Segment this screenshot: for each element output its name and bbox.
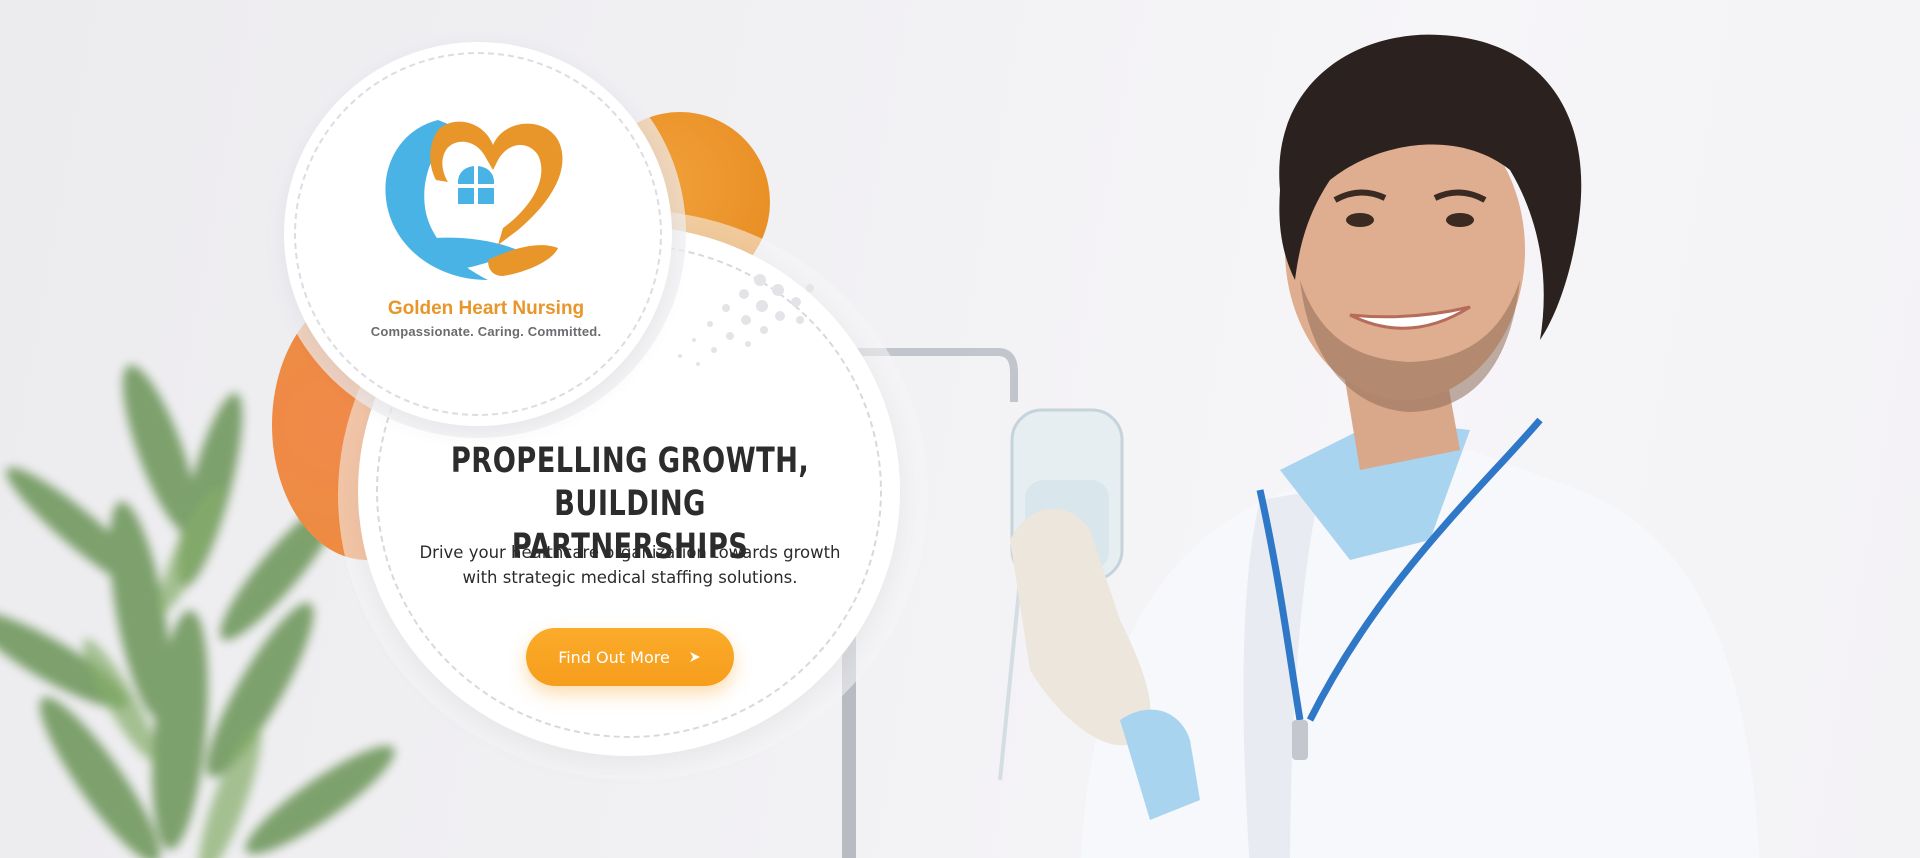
brand-tagline: Compassionate. Caring. Committed. [370,324,602,339]
hero-headline-line-1: PROPELLING GROWTH, BUILDING [450,441,810,524]
find-out-more-button[interactable]: Find Out More [526,628,734,686]
brand-name: Golden Heart Nursing [387,298,585,319]
doctor-photo [842,34,1760,858]
hero-subtext-line-1: Drive your healthcare organization towar… [419,543,841,562]
hero-banner: Golden Heart Nursing Compassionate. Cari… [0,0,1920,858]
find-out-more-label: Find Out More [558,647,670,667]
hero-subtext-line-2: with strategic medical staffing solution… [462,568,798,587]
hero-subtext: Drive your healthcare organization towar… [410,540,850,590]
heart-house-hands-logo-icon [385,120,563,280]
chevron-right-icon [689,652,700,662]
dot-pattern [678,274,814,366]
